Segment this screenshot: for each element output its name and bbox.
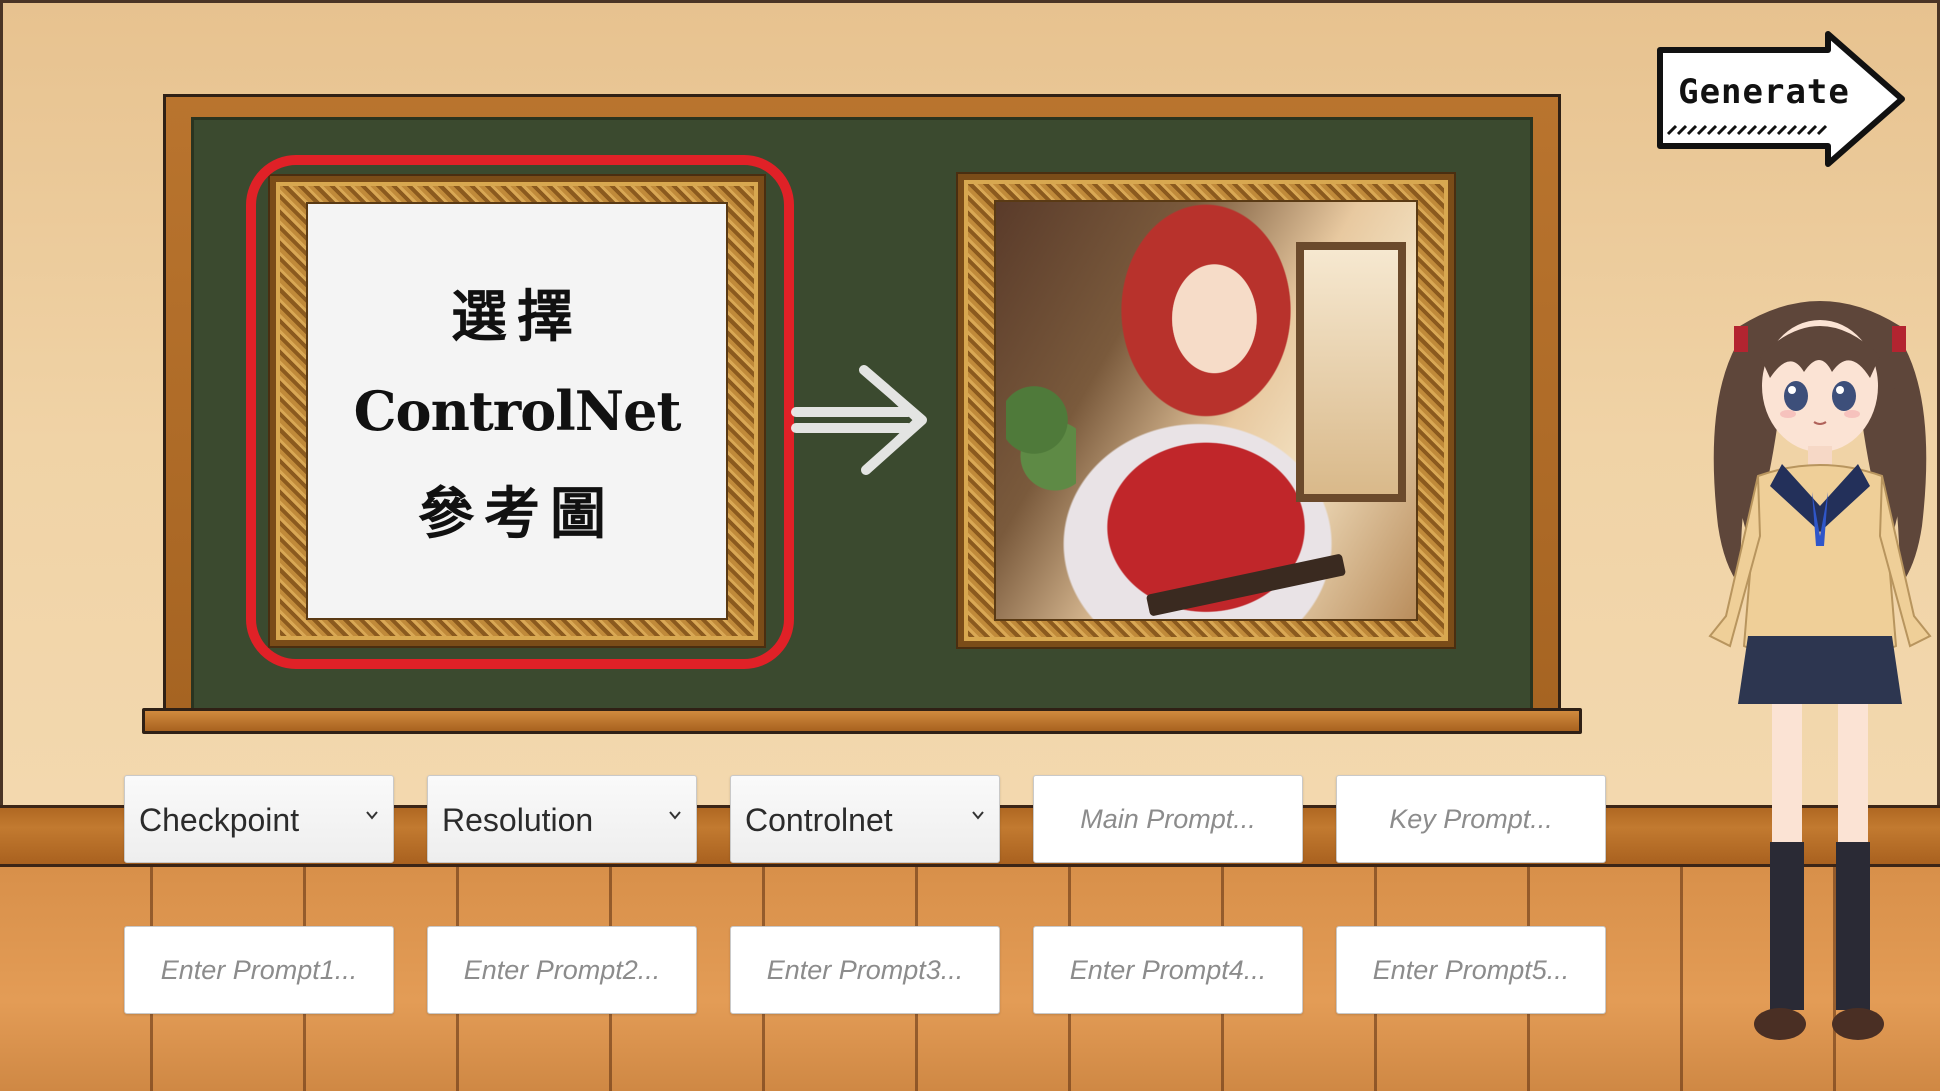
key-prompt-placeholder: Key Prompt... (1389, 804, 1553, 834)
prompt5-input[interactable]: Enter Prompt5... (1336, 926, 1606, 1014)
prompt5-placeholder: Enter Prompt5... (1372, 955, 1570, 985)
chevron-down-icon (669, 811, 681, 820)
main-prompt-placeholder: Main Prompt... (1080, 804, 1256, 834)
prompt2-placeholder: Enter Prompt2... (463, 955, 661, 985)
generated-artwork (996, 202, 1416, 619)
prompt4-placeholder: Enter Prompt4... (1069, 955, 1267, 985)
controlnet-dropdown-label: Controlnet (745, 802, 893, 838)
chalkboard-ledge (142, 708, 1582, 734)
prompt1-input[interactable]: Enter Prompt1... (124, 926, 394, 1014)
prompt4-input[interactable]: Enter Prompt4... (1033, 926, 1303, 1014)
main-prompt-input[interactable]: Main Prompt... (1033, 775, 1303, 863)
key-prompt-input[interactable]: Key Prompt... (1336, 775, 1606, 863)
chevron-down-icon (972, 811, 984, 820)
generated-image (994, 200, 1418, 621)
artwork-tray (1145, 553, 1347, 617)
resolution-dropdown-label: Resolution (442, 802, 594, 838)
app-scene: 選擇 ControlNet 參考圖 Generate Checkpoint Re… (0, 0, 1940, 1091)
generated-image-frame (956, 172, 1456, 649)
checkpoint-dropdown-label: Checkpoint (139, 802, 300, 838)
prompt2-input[interactable]: Enter Prompt2... (427, 926, 697, 1014)
reference-selection-highlight (246, 155, 794, 669)
generate-button[interactable]: Generate (1652, 30, 1908, 168)
checkpoint-dropdown[interactable]: Checkpoint (124, 775, 394, 863)
prompt3-input[interactable]: Enter Prompt3... (730, 926, 1000, 1014)
prompt1-placeholder: Enter Prompt1... (160, 955, 358, 985)
resolution-dropdown[interactable]: Resolution (427, 775, 697, 863)
prompt3-placeholder: Enter Prompt3... (766, 955, 964, 985)
controlnet-dropdown[interactable]: Controlnet (730, 775, 1000, 863)
artwork-window (1296, 242, 1406, 502)
chalk-arrow-icon (791, 365, 927, 475)
anime-character (1708, 301, 1932, 1040)
artwork-plant (1006, 372, 1076, 492)
generate-button-label: Generate (1678, 72, 1850, 112)
chevron-down-icon (366, 811, 378, 820)
